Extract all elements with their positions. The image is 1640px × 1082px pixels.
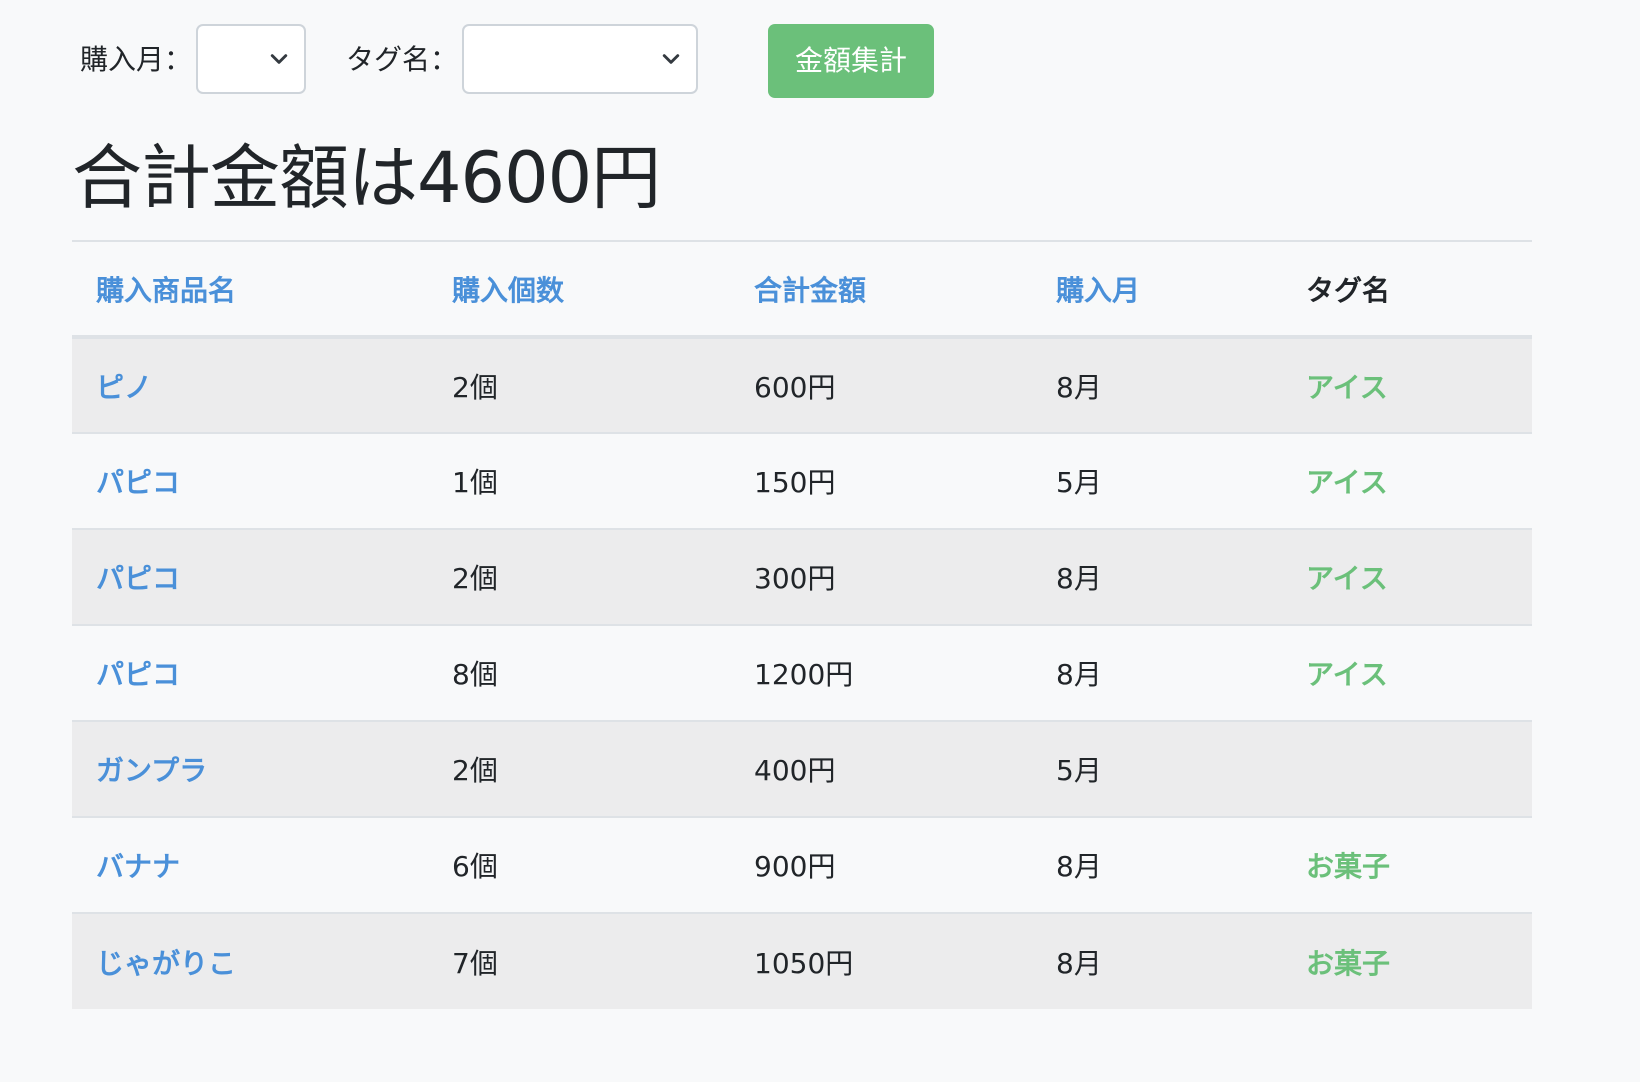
- month-cell: 5月: [1056, 466, 1102, 499]
- table-header-row: 購入商品名 購入個数 合計金額 購入月 タグ名: [72, 241, 1532, 337]
- tag-select[interactable]: [462, 24, 698, 94]
- product-name-link[interactable]: ガンプラ: [72, 721, 428, 817]
- total-amount-heading: 合計金額は4600円: [72, 137, 661, 219]
- quantity-cell: 1個: [452, 466, 498, 499]
- product-name-link[interactable]: じゃがりこ: [72, 913, 428, 1009]
- quantity-cell: 8個: [452, 658, 498, 691]
- month-cell: 8月: [1056, 370, 1102, 404]
- month-cell: 8月: [1056, 850, 1102, 883]
- month-filter-label: 購入月：: [80, 43, 193, 76]
- quantity-cell: 2個: [452, 562, 498, 595]
- amount-cell: 1200円: [754, 658, 854, 691]
- table-row: ピノ 2個 600円 8月 アイス: [72, 337, 1532, 433]
- product-name-link[interactable]: バナナ: [72, 817, 428, 913]
- tag-link[interactable]: アイス: [1282, 433, 1532, 529]
- product-name-link[interactable]: ピノ: [72, 337, 428, 433]
- table-row: じゃがりこ 7個 1050円 8月 お菓子: [72, 913, 1532, 1009]
- column-header-amount[interactable]: 合計金額: [730, 241, 1032, 337]
- purchase-table: 購入商品名 購入個数 合計金額 購入月 タグ名 ピノ 2個 600円 8月 アイ…: [72, 240, 1532, 1009]
- column-header-tag: タグ名: [1306, 273, 1391, 307]
- tag-link: [1282, 721, 1532, 817]
- month-cell: 8月: [1056, 658, 1102, 691]
- table-row: パピコ 2個 300円 8月 アイス: [72, 529, 1532, 625]
- quantity-cell: 2個: [452, 754, 498, 787]
- tag-link[interactable]: アイス: [1282, 625, 1532, 721]
- tag-link[interactable]: お菓子: [1282, 817, 1532, 913]
- filter-form: 購入月： タグ名： 金額集計: [0, 0, 1640, 110]
- tag-link[interactable]: お菓子: [1282, 913, 1532, 1009]
- table-row: パピコ 8個 1200円 8月 アイス: [72, 625, 1532, 721]
- quantity-cell: 2個: [452, 370, 498, 404]
- amount-cell: 150円: [754, 466, 836, 499]
- chevron-down-icon: [270, 54, 288, 64]
- quantity-cell: 6個: [452, 850, 498, 883]
- amount-cell: 400円: [754, 754, 836, 787]
- tag-link[interactable]: アイス: [1282, 529, 1532, 625]
- amount-cell: 300円: [754, 562, 836, 595]
- month-cell: 8月: [1056, 946, 1102, 980]
- table-row: ガンプラ 2個 400円 5月: [72, 721, 1532, 817]
- column-header-month[interactable]: 購入月: [1032, 241, 1282, 337]
- product-name-link[interactable]: パピコ: [72, 625, 428, 721]
- column-header-quantity[interactable]: 購入個数: [428, 241, 730, 337]
- tag-filter-label: タグ名：: [346, 43, 459, 76]
- month-select[interactable]: [196, 24, 306, 94]
- chevron-down-icon: [662, 54, 680, 64]
- table-row: バナナ 6個 900円 8月 お菓子: [72, 817, 1532, 913]
- quantity-cell: 7個: [452, 946, 498, 980]
- month-cell: 8月: [1056, 562, 1102, 595]
- amount-cell: 900円: [754, 850, 836, 883]
- amount-cell: 1050円: [754, 946, 854, 980]
- product-name-link[interactable]: パピコ: [72, 433, 428, 529]
- column-header-name[interactable]: 購入商品名: [72, 241, 428, 337]
- aggregate-amount-button[interactable]: 金額集計: [768, 24, 934, 98]
- table-row: パピコ 1個 150円 5月 アイス: [72, 433, 1532, 529]
- amount-cell: 600円: [754, 370, 836, 404]
- month-cell: 5月: [1056, 754, 1102, 787]
- product-name-link[interactable]: パピコ: [72, 529, 428, 625]
- tag-link[interactable]: アイス: [1282, 337, 1532, 433]
